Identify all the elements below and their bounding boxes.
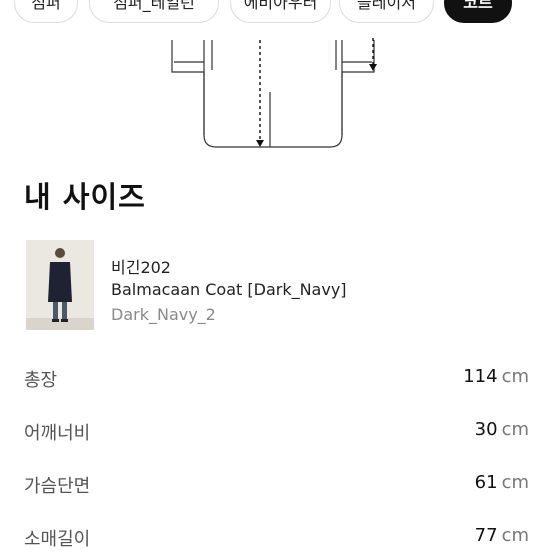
chip-blazer[interactable]: 블레이저 [339, 0, 434, 23]
measurement-value: 30 cm [475, 419, 529, 440]
measurement-value: 77 cm [475, 525, 529, 546]
measurement-value: 61 cm [475, 472, 529, 493]
coat-size-diagram [171, 38, 377, 148]
measurement-row-shoulder-width: 어깨너비 30 cm [24, 419, 529, 445]
chip-outer[interactable]: 에비아우터 [230, 0, 331, 23]
chip-coat[interactable]: 코트 [444, 0, 512, 23]
my-size-title: 내 사이즈 [24, 180, 146, 214]
value-unit: cm [501, 366, 529, 387]
value-unit: cm [501, 472, 529, 493]
value-number: 77 [474, 525, 498, 546]
product-option: Dark_Navy_2 [111, 305, 216, 324]
value-number: 61 [474, 472, 498, 493]
product-image [26, 240, 94, 330]
product-thumbnail[interactable] [26, 240, 94, 330]
measurement-label: 총장 [24, 370, 58, 391]
value-number: 30 [474, 419, 498, 440]
chip-jumper-tailoring[interactable]: 점퍼_테일런 [89, 0, 219, 23]
measurement-label: 가슴단면 [24, 476, 91, 497]
measurement-row-total-length: 총장 114 cm [24, 366, 529, 392]
measurement-row-sleeve-length: 소매길이 77 cm [24, 525, 529, 551]
measurement-row-chest-width: 가슴단면 61 cm [24, 472, 529, 498]
value-number: 114 [463, 366, 498, 387]
category-chip-bar: 점퍼 점퍼_테일런 에비아우터 블레이저 코트 [0, 0, 553, 25]
measurement-value: 114 cm [463, 366, 529, 387]
product-name[interactable]: Balmacaan Coat [Dark_Navy] [111, 280, 347, 299]
measurement-label: 소매길이 [24, 529, 91, 550]
value-unit: cm [501, 525, 529, 546]
chip-jumper[interactable]: 점퍼 [14, 0, 78, 23]
value-unit: cm [501, 419, 529, 440]
measurement-label: 어깨너비 [24, 423, 91, 444]
product-brand[interactable]: 비긴202 [111, 254, 171, 278]
